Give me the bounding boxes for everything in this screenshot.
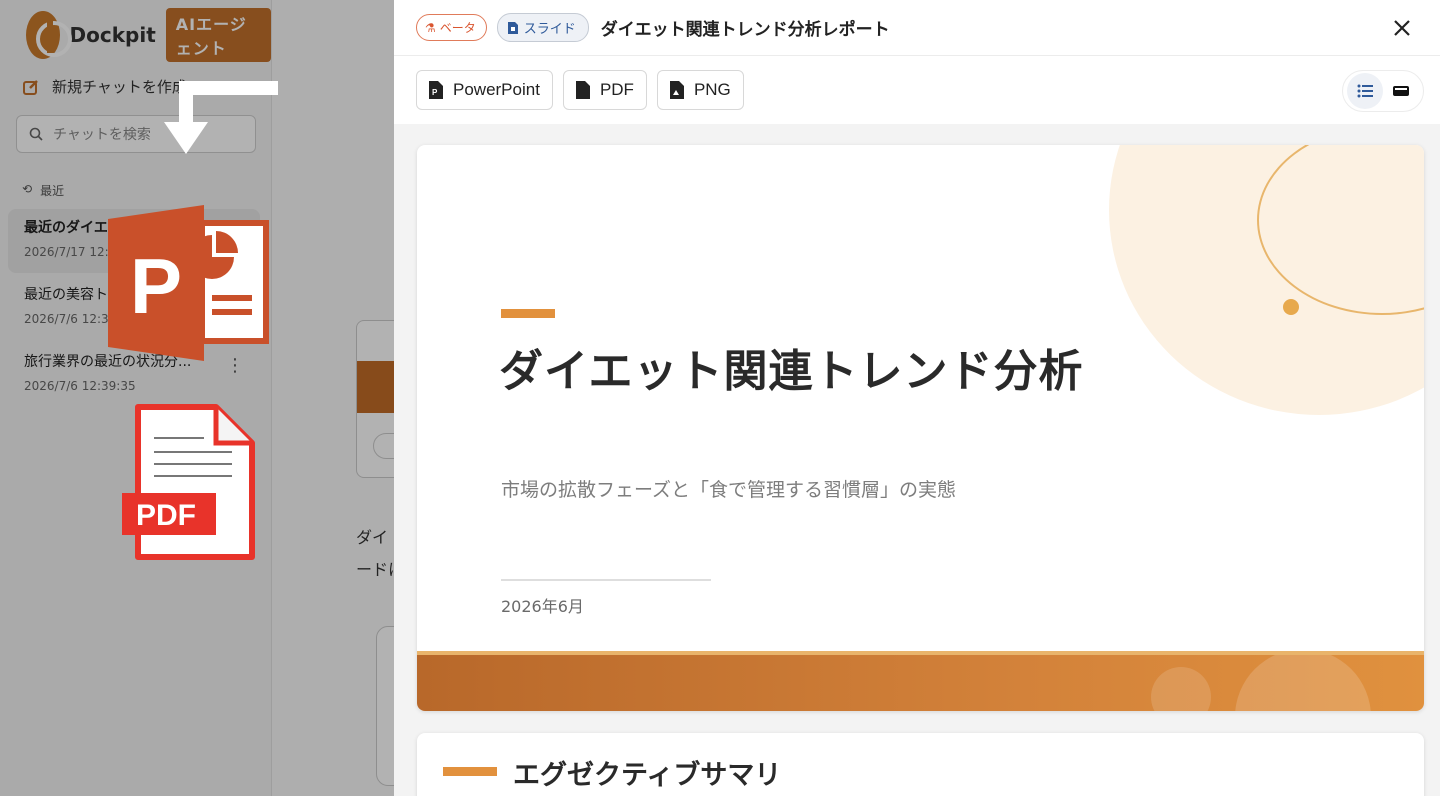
pdf-label: PDF [599, 80, 634, 99]
slide-file-icon [507, 21, 518, 34]
list-view-button[interactable] [1347, 73, 1383, 109]
decor-circle [1151, 667, 1211, 711]
beta-badge: ⚗ ベータ [416, 14, 487, 41]
png-label: PNG [693, 80, 731, 99]
powerpoint-label: PowerPoint [453, 80, 540, 99]
title-accent-bar [501, 309, 555, 318]
close-icon[interactable] [1390, 16, 1414, 40]
pdf-file-icon [575, 81, 590, 99]
slide-date: 2026年6月 [501, 597, 584, 616]
title-accent-bar [443, 767, 497, 776]
slide-preview-panel: ⚗ ベータ スライド ダイエット関連トレンド分析レポート P PowerPoin… [394, 0, 1440, 796]
panel-header: ⚗ ベータ スライド ダイエット関連トレンド分析レポート [394, 0, 1440, 56]
pdf-label: PDF [136, 499, 196, 532]
panel-title: ダイエット関連トレンド分析レポート [600, 20, 890, 40]
slide-subtitle: 市場の拡散フェーズと「食で管理する習慣層」の実態 [501, 479, 957, 501]
download-toolbar: P PowerPoint PDF PNG [394, 56, 1440, 124]
slide-executive-summary: エグゼクティブサマリ [417, 733, 1424, 796]
pdf-icon: PDF [122, 404, 255, 560]
slide-type-label: スライド [523, 22, 576, 37]
slide-heading: エグゼクティブサマリ [513, 760, 782, 791]
arrow-icon [164, 81, 278, 154]
slide-title: ダイエット関連トレンド分析 市場の拡散フェーズと「食で管理する習慣層」の実態 2… [417, 145, 1424, 711]
powerpoint-file-icon: P [429, 81, 443, 99]
powerpoint-icon: P [108, 205, 269, 361]
list-icon [1357, 84, 1373, 98]
decor-dot [1283, 299, 1299, 315]
slide-main-title: ダイエット関連トレンド分析 [499, 346, 1084, 397]
divider [501, 579, 711, 581]
png-file-icon [669, 81, 684, 99]
download-pdf-button[interactable]: PDF [562, 70, 647, 110]
download-png-button[interactable]: PNG [656, 70, 744, 110]
view-mode-toggle [1342, 70, 1424, 112]
slideshow-icon [1393, 86, 1409, 96]
beta-label: ベータ [439, 21, 476, 35]
svg-text:P: P [432, 88, 438, 97]
footer-band [417, 651, 1424, 711]
slide-view-button[interactable] [1383, 73, 1419, 109]
decor-circle [1235, 655, 1371, 711]
flask-icon: ⚗ [425, 20, 436, 35]
ppt-letter: P [130, 242, 182, 330]
download-powerpoint-button[interactable]: P PowerPoint [416, 70, 553, 110]
slide-type-badge: スライド [496, 13, 589, 42]
